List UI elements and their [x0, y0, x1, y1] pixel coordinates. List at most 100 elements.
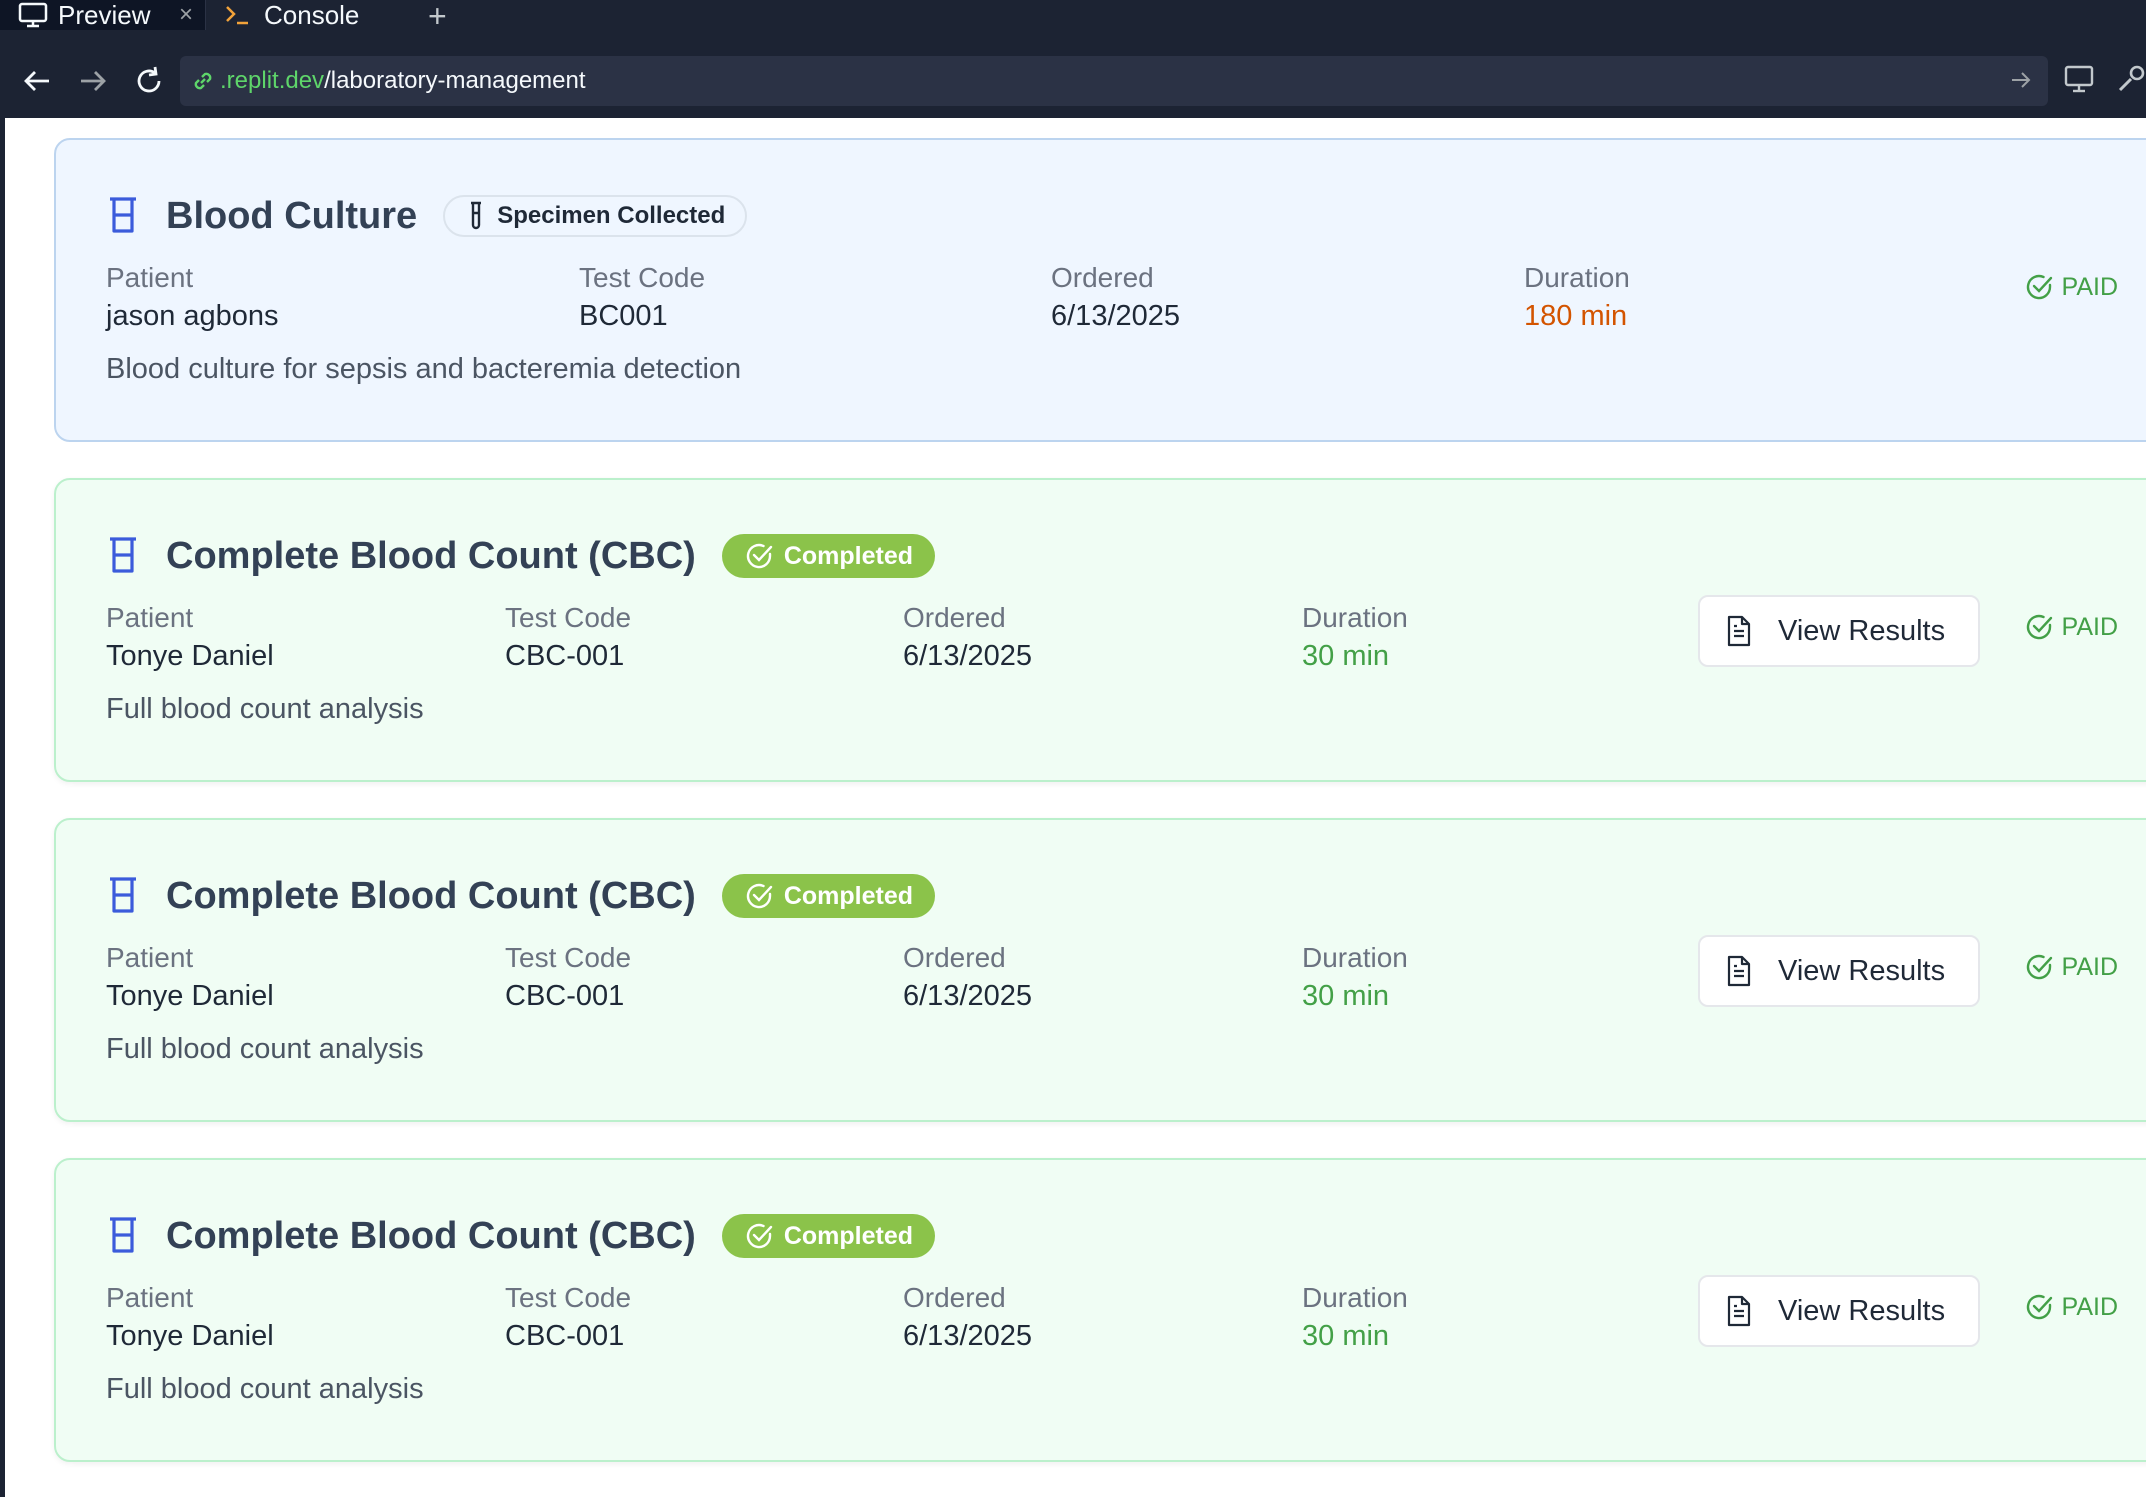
- ordered-field: Ordered 6/13/2025: [903, 598, 1032, 676]
- patient-field: Patient Tonye Daniel: [106, 1278, 274, 1356]
- status-badge: Specimen Collected: [443, 195, 748, 237]
- document-icon: [1726, 615, 1752, 647]
- status-label: Completed: [783, 881, 913, 910]
- payment-label: PAID: [2061, 612, 2119, 641]
- test-code-field: Test Code CBC-001: [505, 598, 631, 676]
- test-code-field: Test Code CBC-001: [505, 1278, 631, 1356]
- patient-label: Patient: [106, 942, 194, 973]
- patient-label: Patient: [106, 262, 194, 293]
- card-title-row: Complete Blood Count (CBC) Completed: [106, 530, 935, 582]
- devices-icon[interactable]: [2064, 64, 2096, 99]
- duration-field: Duration 30 min: [1302, 598, 1408, 676]
- ordered-date: 6/13/2025: [903, 640, 1033, 672]
- check-circle-icon: [744, 541, 774, 571]
- close-tab-icon[interactable]: ×: [179, 1, 193, 29]
- test-tube-icon: [106, 876, 140, 916]
- payment-label: PAID: [2061, 952, 2119, 981]
- payment-label: PAID: [2061, 1292, 2119, 1321]
- ordered-label: Ordered: [903, 1282, 1006, 1313]
- ordered-date: 6/13/2025: [903, 980, 1033, 1012]
- payment-status: PAID: [2024, 612, 2119, 642]
- status-badge: Completed: [721, 1214, 935, 1258]
- duration-label: Duration: [1302, 1282, 1408, 1313]
- test-code-label: Test Code: [505, 942, 632, 973]
- lab-test-card[interactable]: Complete Blood Count (CBC) Completed Pat…: [54, 1158, 2146, 1462]
- duration-label: Duration: [1302, 602, 1408, 633]
- monitor-icon: [18, 2, 48, 28]
- lab-test-card[interactable]: Blood Culture Specimen Collected Patient…: [54, 138, 2146, 442]
- forward-arrow-icon[interactable]: [76, 64, 110, 98]
- payment-label: PAID: [2061, 272, 2119, 301]
- url-path: /laboratory-management: [324, 67, 586, 94]
- test-code-field: Test Code BC001: [579, 258, 705, 336]
- duration-label: Duration: [1524, 262, 1630, 293]
- test-code-value: CBC-001: [505, 1320, 625, 1352]
- browser-toolbar: Preview × Console + .replit.dev/laborato…: [0, 0, 2146, 118]
- duration-field: Duration 180 min: [1524, 258, 1630, 336]
- check-circle-icon: [2024, 952, 2054, 982]
- test-code-label: Test Code: [505, 1282, 632, 1313]
- payment-status: PAID: [2024, 1292, 2119, 1322]
- tab-console[interactable]: Console: [206, 0, 406, 30]
- test-description: Full blood count analysis: [106, 693, 424, 725]
- status-label: Completed: [783, 1221, 913, 1250]
- address-bar[interactable]: .replit.dev/laboratory-management: [180, 56, 2048, 106]
- patient-name: Tonye Daniel: [106, 1320, 274, 1352]
- duration-value: 180 min: [1524, 300, 1628, 332]
- test-description: Full blood count analysis: [106, 1373, 424, 1405]
- view-results-button[interactable]: View Results: [1698, 935, 1980, 1007]
- ordered-date: 6/13/2025: [903, 1320, 1033, 1352]
- ordered-field: Ordered 6/13/2025: [1051, 258, 1180, 336]
- status-label: Specimen Collected: [497, 202, 726, 229]
- view-results-label: View Results: [1778, 1294, 1946, 1327]
- lab-test-card[interactable]: Complete Blood Count (CBC) Completed Pat…: [54, 818, 2146, 1122]
- view-results-button[interactable]: View Results: [1698, 1275, 1980, 1347]
- patient-field: Patient Tonye Daniel: [106, 938, 274, 1016]
- duration-field: Duration 30 min: [1302, 1278, 1408, 1356]
- lab-test-card[interactable]: Complete Blood Count (CBC) Completed Pat…: [54, 478, 2146, 782]
- test-code-value: CBC-001: [505, 980, 625, 1012]
- test-code-value: BC001: [579, 300, 668, 332]
- test-code-value: CBC-001: [505, 640, 625, 672]
- ordered-field: Ordered 6/13/2025: [903, 1278, 1032, 1356]
- view-results-button[interactable]: View Results: [1698, 595, 1980, 667]
- document-icon: [1726, 1295, 1752, 1327]
- duration-value: 30 min: [1302, 980, 1390, 1012]
- test-name: Complete Blood Count (CBC): [166, 1214, 696, 1257]
- test-tube-icon: [106, 196, 140, 236]
- card-title-row: Complete Blood Count (CBC) Completed: [106, 870, 935, 922]
- test-description: Full blood count analysis: [106, 1033, 424, 1065]
- reload-icon[interactable]: [132, 64, 166, 98]
- test-code-field: Test Code CBC-001: [505, 938, 631, 1016]
- view-results-label: View Results: [1778, 614, 1946, 647]
- check-circle-icon: [744, 881, 774, 911]
- test-name: Complete Blood Count (CBC): [166, 874, 696, 917]
- test-tube-icon: [106, 1216, 140, 1256]
- card-title-row: Blood Culture Specimen Collected: [106, 190, 748, 242]
- patient-label: Patient: [106, 1282, 194, 1313]
- patient-name: Tonye Daniel: [106, 640, 274, 672]
- test-name: Blood Culture: [166, 194, 418, 237]
- specimen-tube-icon: [469, 201, 483, 231]
- check-circle-icon: [2024, 612, 2054, 642]
- tab-preview-label: Preview: [58, 0, 151, 30]
- test-description: Blood culture for sepsis and bacteremia …: [106, 353, 742, 385]
- status-label: Completed: [783, 541, 913, 570]
- duration-label: Duration: [1302, 942, 1408, 973]
- go-arrow-icon[interactable]: [2010, 69, 2032, 98]
- terminal-icon: [224, 3, 254, 27]
- document-icon: [1726, 955, 1752, 987]
- patient-name: Tonye Daniel: [106, 980, 274, 1012]
- back-arrow-icon[interactable]: [20, 64, 54, 98]
- tab-preview[interactable]: Preview ×: [0, 0, 206, 30]
- payment-status: PAID: [2024, 272, 2119, 302]
- check-circle-icon: [2024, 272, 2054, 302]
- tab-strip: Preview × Console +: [0, 0, 2146, 34]
- new-tab-button[interactable]: +: [428, 0, 447, 35]
- wrench-icon[interactable]: [2116, 64, 2146, 99]
- patient-label: Patient: [106, 602, 194, 633]
- ordered-field: Ordered 6/13/2025: [903, 938, 1032, 1016]
- viewport-edge: [0, 118, 5, 1497]
- check-circle-icon: [744, 1221, 774, 1251]
- status-badge: Completed: [721, 874, 935, 918]
